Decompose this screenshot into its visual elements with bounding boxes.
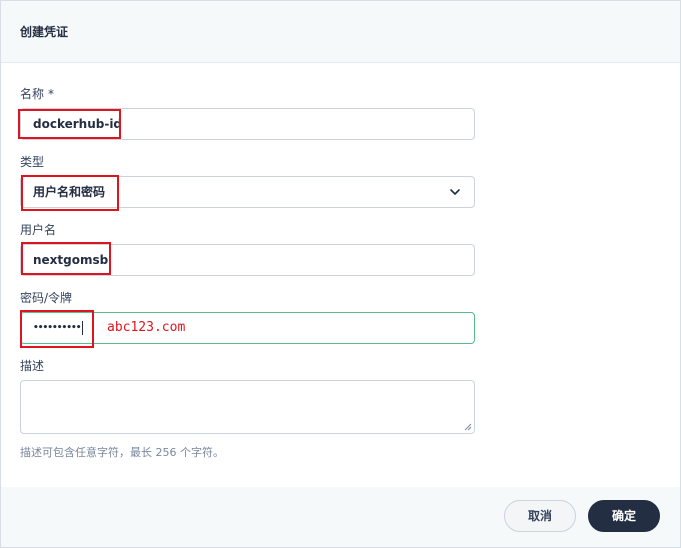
chevron-down-icon: [450, 189, 460, 195]
username-input[interactable]: nextgomsb: [20, 244, 475, 276]
dialog-footer: [1, 487, 680, 547]
name-label-text: 名称: [20, 87, 45, 101]
type-select[interactable]: 用户名和密码: [20, 176, 475, 208]
name-label: 名称 *: [20, 86, 54, 102]
password-label: 密码/令牌: [20, 291, 73, 305]
confirm-button[interactable]: 确定: [588, 500, 660, 532]
username-label: 用户名: [20, 223, 57, 237]
username-input-value: nextgomsb: [33, 253, 109, 267]
type-select-value: 用户名和密码: [33, 185, 106, 199]
dialog-title: 创建凭证: [20, 25, 69, 39]
dialog-header: 创建凭证: [1, 1, 680, 63]
description-label: 描述: [20, 359, 45, 373]
password-input[interactable]: ••••••••••: [20, 312, 475, 344]
name-input[interactable]: dockerhub-id: [20, 108, 475, 140]
password-input-value: ••••••••••: [33, 323, 82, 333]
type-label: 类型: [20, 155, 45, 169]
description-hint: 描述可包含任意字符，最长 256 个字符。: [20, 446, 224, 459]
resize-grip-icon[interactable]: [464, 423, 472, 431]
text-caret: [81, 320, 83, 335]
name-input-value: dockerhub-id: [33, 117, 123, 131]
annotation-password-note: abc123.com: [107, 320, 186, 335]
create-credential-dialog: 创建凭证 名称 * dockerhub-id 类型 用户名和密码 用户名 next…: [0, 0, 681, 548]
cancel-button[interactable]: 取消: [504, 500, 576, 532]
description-textarea[interactable]: [20, 380, 475, 434]
required-mark: *: [48, 87, 55, 101]
